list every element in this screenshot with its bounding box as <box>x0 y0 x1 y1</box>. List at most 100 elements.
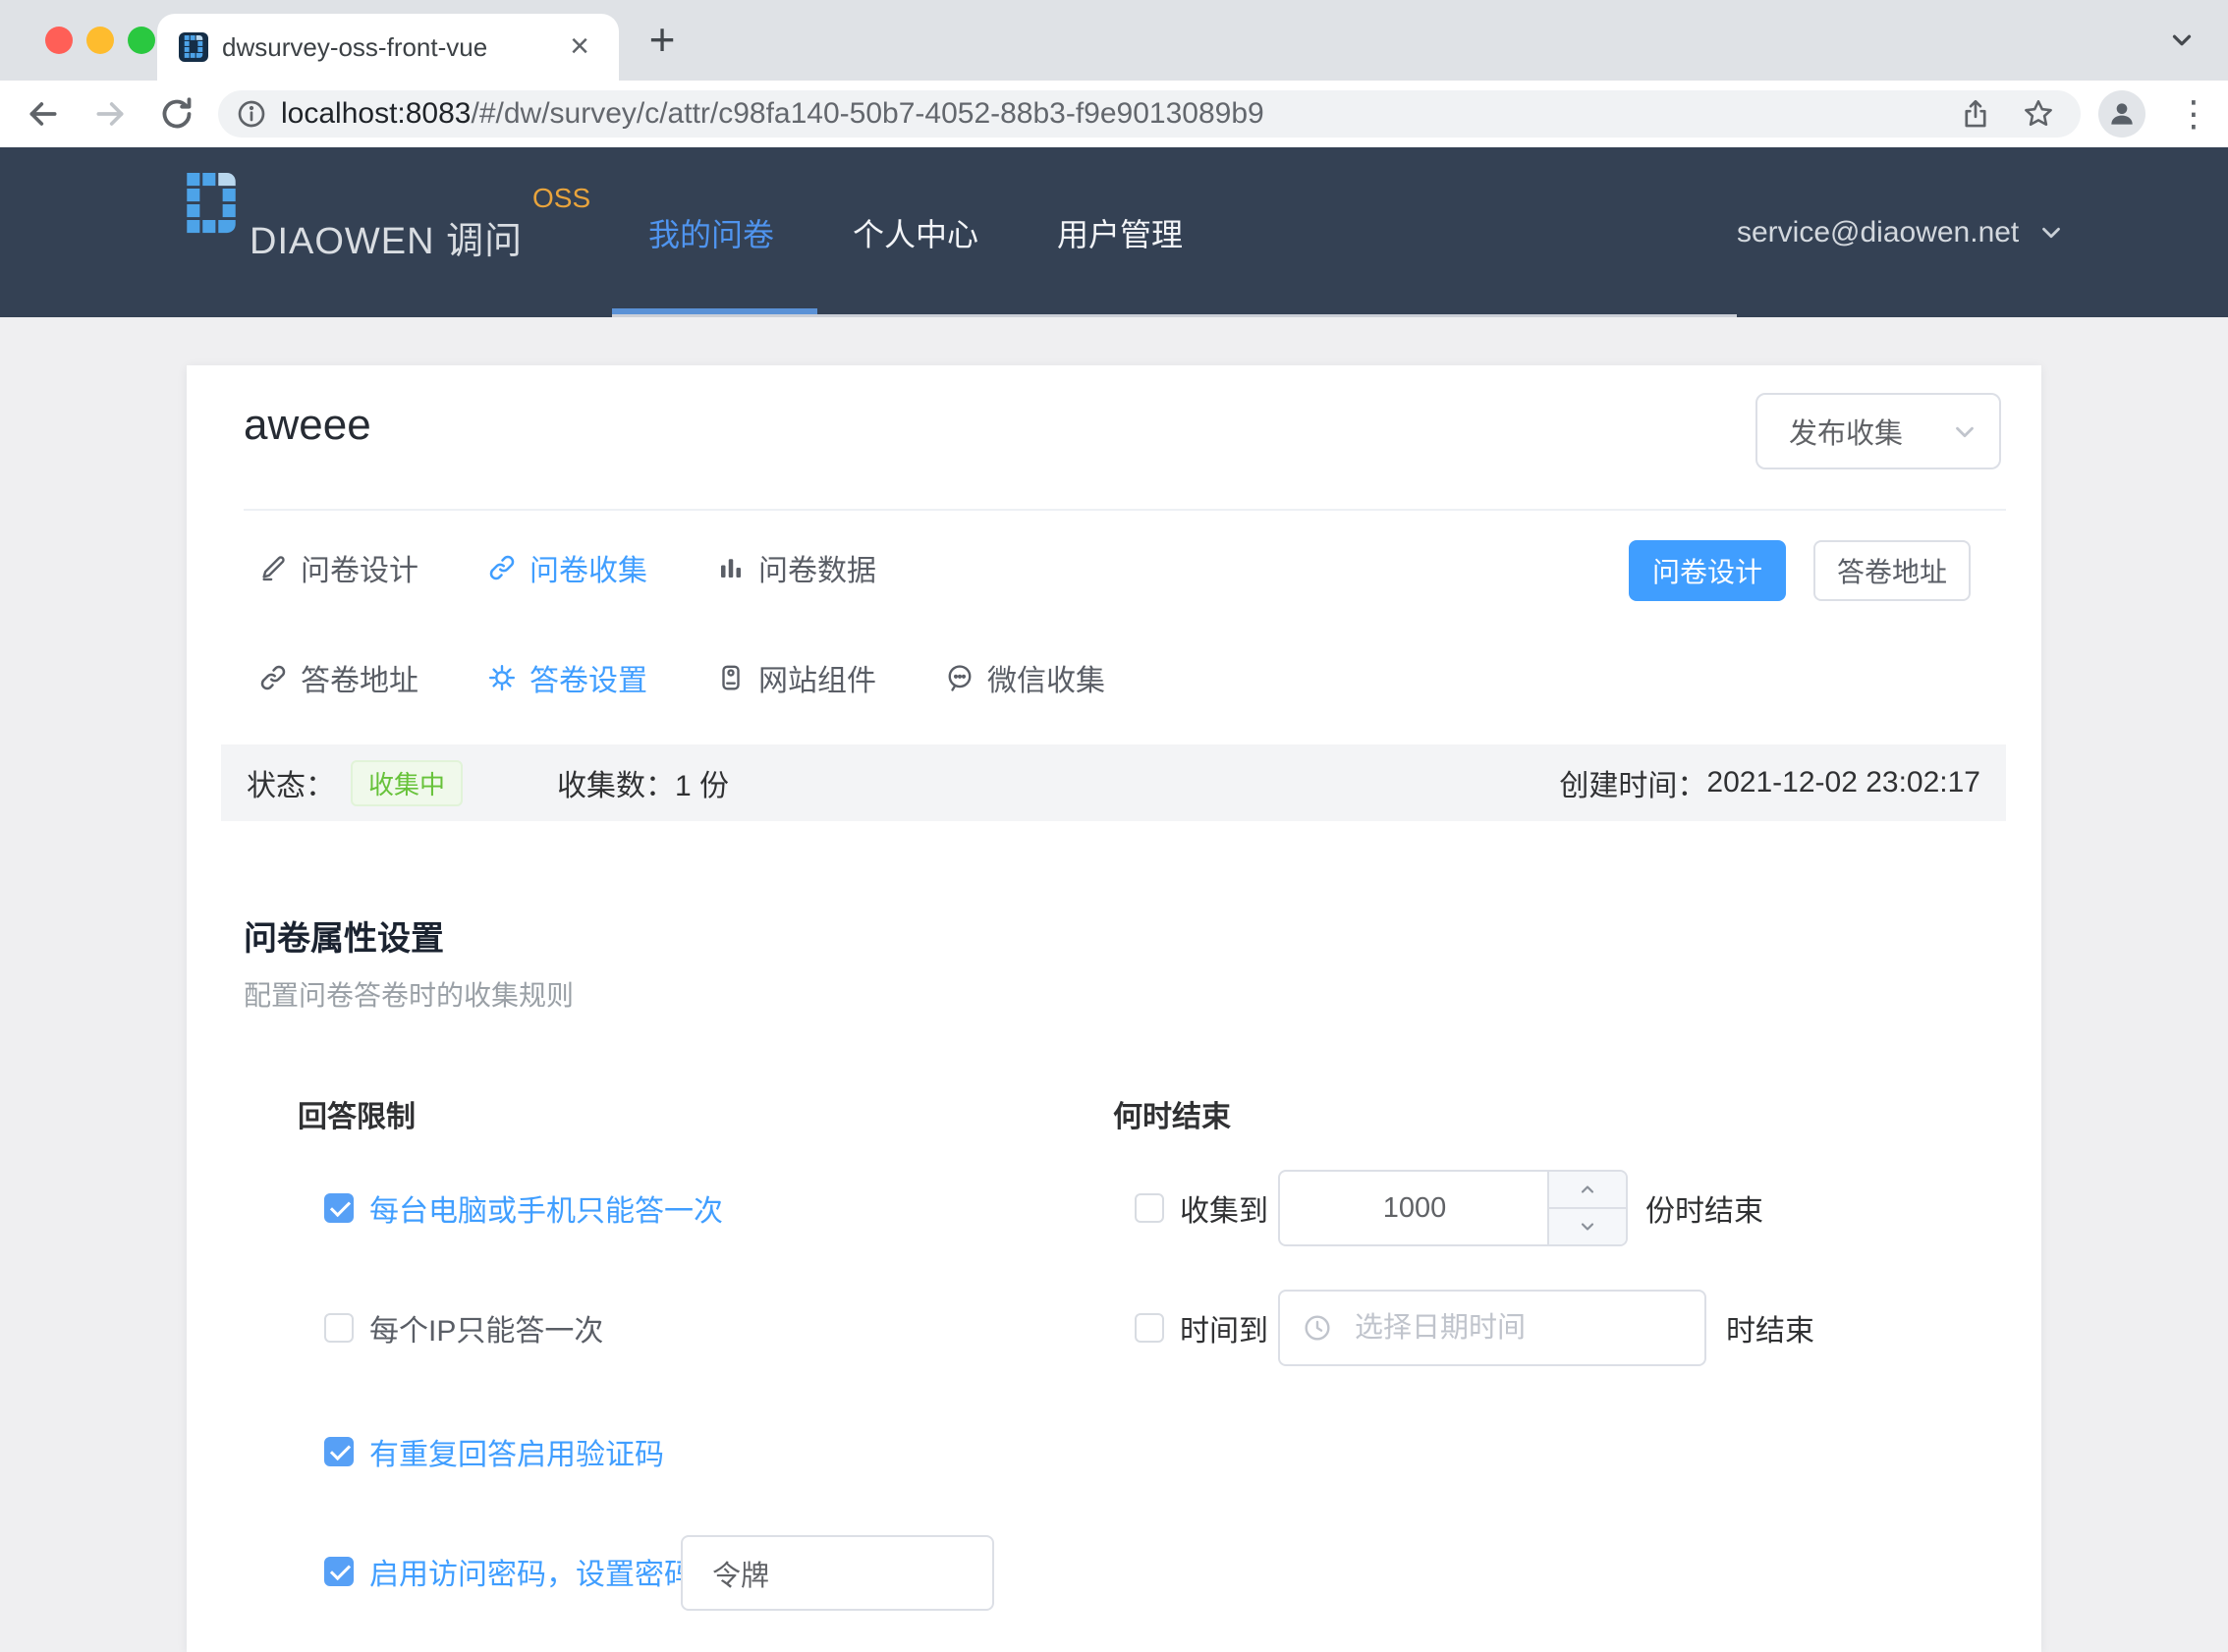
forward-icon[interactable] <box>90 94 130 134</box>
survey-tabs: 问卷设计 问卷收集 问卷数据 <box>258 538 876 597</box>
survey-title: aweee <box>244 401 371 450</box>
reload-icon[interactable] <box>157 94 196 134</box>
status-badge: 收集中 <box>351 760 463 806</box>
nav-item-profile[interactable]: 个人中心 <box>853 210 978 255</box>
checkbox[interactable] <box>324 1193 354 1223</box>
url-text: localhost:8083/#/dw/survey/c/attr/c98fa1… <box>281 90 1264 138</box>
survey-design-button[interactable]: 问卷设计 <box>1629 540 1786 601</box>
deadline-suffix: 时结束 <box>1726 1306 1814 1349</box>
screen: dwsurvey-oss-front-vue × + localhost:808… <box>0 0 2228 1652</box>
quota-end-row: 收集到 份时结束 <box>1135 1170 1763 1246</box>
chevron-down-icon <box>1576 1215 1599 1239</box>
close-window-button[interactable] <box>45 27 73 54</box>
quota-suffix: 份时结束 <box>1645 1186 1763 1230</box>
checkbox[interactable] <box>1135 1313 1164 1343</box>
chat-bubble-icon <box>945 663 975 692</box>
status-bar: 状态： 收集中 收集数： 1 份 创建时间： 2021-12-02 23:02:… <box>221 744 2006 821</box>
option-captcha-on-repeat: 有重复回答启用验证码 <box>324 1430 664 1473</box>
settings-section-desc: 配置问卷答卷时的收集规则 <box>244 974 574 1014</box>
subtab-wechat-collect[interactable]: 微信收集 <box>945 656 1105 699</box>
account-email: service@diaowen.net <box>1737 216 2019 249</box>
chevron-down-icon <box>2036 218 2066 248</box>
url-host: localhost:8083 <box>281 97 471 130</box>
account-dropdown[interactable]: service@diaowen.net <box>1737 147 2066 317</box>
status-label: 状态： <box>247 761 335 804</box>
collect-subtabs: 答卷地址 答卷设置 网站组件 微信收集 <box>258 648 1105 707</box>
option-one-answer-per-device: 每台电脑或手机只能答一次 <box>324 1186 723 1230</box>
link-icon <box>487 553 517 582</box>
checkbox[interactable] <box>324 1557 354 1586</box>
tab-label: 问卷收集 <box>529 546 647 589</box>
tab-search-chevron-icon[interactable] <box>2167 26 2197 60</box>
url-path: /#/dw/survey/c/attr/c98fa140-50b7-4052-8… <box>471 97 1263 130</box>
option-access-password: 启用访问密码，设置密码 <box>324 1550 694 1593</box>
app-header: DIAOWEN 调问 OSS 我的问卷 个人中心 用户管理 service@di… <box>0 147 2228 317</box>
title-divider <box>244 509 2006 511</box>
tab-survey-data[interactable]: 问卷数据 <box>716 546 876 589</box>
answer-limit-heading: 回答限制 <box>298 1092 416 1135</box>
page-background: aweee 发布收集 问卷设计 问卷收集 <box>0 317 2228 1652</box>
created-value: 2021-12-02 23:02:17 <box>1706 766 1980 799</box>
option-label[interactable]: 有重复回答启用验证码 <box>369 1430 664 1473</box>
deadline-end-row: 时间到 时结束 <box>1135 1290 1814 1366</box>
number-stepper <box>1547 1172 1626 1244</box>
browser-menu-icon[interactable]: ⋮ <box>2169 81 2218 147</box>
back-icon[interactable] <box>24 94 63 134</box>
subtab-label: 微信收集 <box>987 656 1105 699</box>
checkbox[interactable] <box>324 1437 354 1466</box>
option-label[interactable]: 每台电脑或手机只能答一次 <box>369 1186 723 1230</box>
share-icon[interactable] <box>1959 97 1992 131</box>
new-tab-button[interactable]: + <box>633 7 692 74</box>
count-value: 1 份 <box>675 761 729 804</box>
browser-tab[interactable]: dwsurvey-oss-front-vue × <box>157 14 619 81</box>
minimize-window-button[interactable] <box>86 27 114 54</box>
stepper-up-button[interactable] <box>1549 1172 1626 1209</box>
browser-tab-strip: dwsurvey-oss-front-vue × + <box>0 0 2228 81</box>
option-label[interactable]: 启用访问密码，设置密码 <box>369 1550 694 1593</box>
option-label[interactable]: 每个IP只能答一次 <box>369 1306 603 1349</box>
widget-tag-icon <box>716 663 746 692</box>
nav-item-user-management[interactable]: 用户管理 <box>1057 210 1183 255</box>
diaowen-logo-icon[interactable] <box>187 173 236 241</box>
stepper-down-button[interactable] <box>1549 1209 1626 1244</box>
browser-profile-avatar[interactable] <box>2098 90 2145 138</box>
subtab-answer-settings[interactable]: 答卷设置 <box>487 656 647 699</box>
tab-label: 问卷设计 <box>301 546 418 589</box>
tab-survey-collect[interactable]: 问卷收集 <box>487 546 647 589</box>
favicon-logo-icon <box>184 35 203 59</box>
nav-item-my-surveys[interactable]: 我的问卷 <box>648 210 774 255</box>
brand-name: DIAOWEN 调问 <box>250 210 523 264</box>
link-icon <box>258 663 288 692</box>
count-label: 收集数： <box>557 761 675 804</box>
date-picker-input[interactable] <box>1278 1290 1706 1366</box>
chevron-down-icon <box>1950 417 1979 452</box>
zoom-window-button[interactable] <box>128 27 155 54</box>
created-label: 创建时间： <box>1559 761 1706 804</box>
password-input[interactable] <box>681 1535 994 1611</box>
address-bar[interactable]: localhost:8083/#/dw/survey/c/attr/c98fa1… <box>218 90 2081 138</box>
browser-toolbar: localhost:8083/#/dw/survey/c/attr/c98fa1… <box>0 81 2228 147</box>
checkbox[interactable] <box>1135 1193 1164 1223</box>
tab-close-icon[interactable]: × <box>560 14 599 79</box>
chevron-up-icon <box>1576 1178 1599 1201</box>
subtab-label: 答卷设置 <box>529 656 647 699</box>
publish-collect-label: 发布收集 <box>1789 411 1903 452</box>
tab-survey-design[interactable]: 问卷设计 <box>258 546 418 589</box>
publish-collect-select[interactable]: 发布收集 <box>1755 393 2001 469</box>
end-rules-heading: 何时结束 <box>1113 1092 1231 1135</box>
option-one-answer-per-ip: 每个IP只能答一次 <box>324 1306 603 1349</box>
checkbox[interactable] <box>324 1313 354 1343</box>
subtab-answer-url[interactable]: 答卷地址 <box>258 656 418 699</box>
deadline-label[interactable]: 时间到 <box>1180 1306 1268 1349</box>
date-picker-wrap <box>1278 1290 1706 1366</box>
subtab-label: 网站组件 <box>758 656 876 699</box>
bar-chart-icon <box>716 553 746 582</box>
subtab-site-widget[interactable]: 网站组件 <box>716 656 876 699</box>
gear-icon <box>487 663 517 692</box>
quota-label[interactable]: 收集到 <box>1180 1186 1268 1230</box>
page-info-icon[interactable] <box>236 98 267 130</box>
bookmark-star-icon[interactable] <box>2022 97 2055 131</box>
brand-oss-badge: OSS <box>532 183 590 214</box>
answer-url-button[interactable]: 答卷地址 <box>1813 540 1971 601</box>
tab-title: dwsurvey-oss-front-vue <box>222 14 487 81</box>
